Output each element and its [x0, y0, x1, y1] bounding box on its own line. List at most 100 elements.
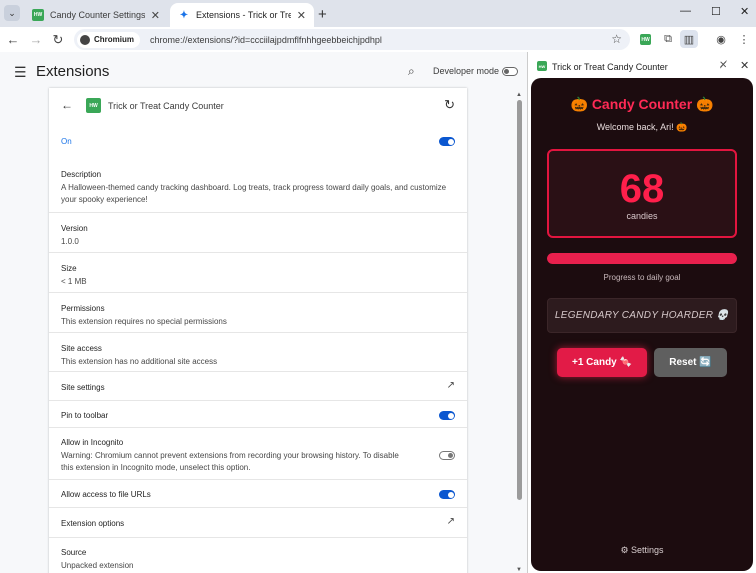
- reload-extension-icon[interactable]: ↻: [444, 97, 455, 113]
- settings-link[interactable]: ⚙ Settings: [531, 545, 753, 556]
- extension-name: Trick or Treat Candy Counter: [108, 101, 224, 111]
- search-icon[interactable]: ⌕: [408, 64, 415, 79]
- add-candy-button[interactable]: +1 Candy 🍬: [557, 348, 647, 377]
- extension-logo: HW: [86, 98, 101, 113]
- tab-strip: ⌄ HW Candy Counter Settings ✕ ✦ Extensio…: [0, 0, 756, 27]
- puzzle-icon: ✦: [178, 9, 190, 21]
- permissions-row: Permissions This extension requires no s…: [49, 292, 467, 332]
- more-menu-icon[interactable]: ⋮: [737, 32, 751, 46]
- reload-icon[interactable]: ↻: [50, 32, 66, 48]
- size-value: < 1 MB: [61, 277, 87, 286]
- chromium-icon: [80, 34, 90, 45]
- extensions-header: ☰ Extensions ⌕ Developer mode: [0, 52, 527, 90]
- window-close-icon[interactable]: ✕: [740, 5, 749, 18]
- permissions-value: This extension requires no special permi…: [61, 317, 227, 326]
- tab-search-icon[interactable]: ⌄: [4, 5, 20, 21]
- version-label: Version: [61, 224, 88, 233]
- close-icon[interactable]: ✕: [151, 9, 160, 22]
- welcome-text: Welcome back, Ari! 🎃: [596, 122, 688, 132]
- progress-label: Progress to daily goal: [603, 273, 681, 282]
- incognito-label: Allow in Incognito: [61, 438, 124, 447]
- tab-candy-settings[interactable]: HW Candy Counter Settings ✕: [24, 3, 168, 27]
- minimize-icon[interactable]: —: [680, 5, 691, 17]
- file-urls-row: Allow access to file URLs: [49, 479, 467, 507]
- side-panel-header: HW Trick or Treat Candy Counter ✕̸ ✕: [528, 52, 756, 78]
- file-urls-toggle[interactable]: [439, 490, 455, 499]
- new-tab-button[interactable]: +: [318, 6, 327, 23]
- developer-mode-label: Developer mode: [433, 66, 500, 76]
- unpin-icon[interactable]: ✕̸: [719, 60, 727, 71]
- extension-details-card: ← HW Trick or Treat Candy Counter ↻ On D…: [49, 88, 467, 573]
- open-external-icon[interactable]: ↗: [447, 380, 455, 391]
- scroll-thumb[interactable]: [517, 100, 522, 500]
- rank-title: LEGENDARY CANDY HOARDER 💀: [547, 298, 737, 333]
- site-chip[interactable]: Chromium: [77, 31, 140, 48]
- description-row: Description A Halloween-themed candy tra…: [49, 160, 467, 212]
- side-panel-title: Trick or Treat Candy Counter: [552, 62, 668, 72]
- url-text: chrome://extensions/?id=ccciilajpdmflfnh…: [150, 34, 382, 45]
- candy-count-box: 68 candies: [547, 149, 737, 238]
- details-header: ← HW Trick or Treat Candy Counter ↻: [49, 88, 467, 124]
- address-bar[interactable]: Chromium chrome://extensions/?id=ccciila…: [74, 29, 630, 50]
- permissions-label: Permissions: [61, 304, 105, 313]
- site-access-label: Site access: [61, 344, 102, 353]
- on-label: On: [61, 137, 72, 146]
- tab-title: Candy Counter Settings: [50, 10, 145, 20]
- site-access-value: This extension has no additional site ac…: [61, 357, 218, 366]
- tab-title: Extensions - Trick or Treat Candy Counte…: [196, 10, 291, 20]
- back-arrow-icon[interactable]: ←: [61, 98, 73, 112]
- tab-extensions[interactable]: ✦ Extensions - Trick or Treat Candy Coun…: [170, 3, 314, 27]
- page-title: Extensions: [36, 63, 110, 80]
- enabled-row: On: [49, 124, 467, 160]
- scroll-down-icon[interactable]: ▼: [516, 567, 522, 573]
- bookmark-star-icon[interactable]: ☆: [611, 32, 622, 46]
- site-settings-row[interactable]: Site settings ↗: [49, 371, 467, 400]
- description-label: Description: [61, 170, 102, 179]
- back-icon[interactable]: ←: [5, 32, 21, 47]
- developer-mode-toggle[interactable]: [502, 67, 518, 76]
- site-access-row: Site access This extension has no additi…: [49, 332, 467, 371]
- pin-toolbar-label: Pin to toolbar: [61, 411, 109, 420]
- candy-extension-icon[interactable]: HW: [640, 34, 651, 45]
- side-panel-logo: HW: [537, 61, 547, 71]
- source-value: Unpacked extension: [61, 561, 134, 570]
- daily-goal-progress-bar: [547, 253, 737, 264]
- extension-options-label: Extension options: [61, 519, 125, 528]
- app-title: 🎃 Candy Counter 🎃: [570, 96, 714, 112]
- file-urls-label: Allow access to file URLs: [61, 490, 151, 499]
- source-label: Source: [61, 548, 87, 557]
- tab-favicon: HW: [32, 9, 44, 21]
- incognito-row: Allow in Incognito Warning: Chromium can…: [49, 427, 467, 479]
- size-row: Size < 1 MB: [49, 252, 467, 292]
- reset-button[interactable]: Reset 🔄: [654, 348, 727, 377]
- profile-icon[interactable]: ◉: [714, 32, 728, 46]
- incognito-toggle[interactable]: [439, 451, 455, 460]
- description-value: A Halloween-themed candy tracking dashbo…: [61, 183, 447, 204]
- incognito-warning: Warning: Chromium cannot prevent extensi…: [61, 451, 399, 472]
- side-panel-icon[interactable]: ▥: [680, 30, 698, 48]
- site-settings-label: Site settings: [61, 383, 105, 392]
- source-row: Source Unpacked extension: [49, 537, 467, 573]
- version-row: Version 1.0.0: [49, 212, 467, 252]
- browser-toolbar: ← → ↻ Chromium chrome://extensions/?id=c…: [0, 27, 756, 52]
- close-icon[interactable]: ✕: [297, 9, 306, 22]
- candy-counter-app: 🎃 Candy Counter 🎃 Welcome back, Ari! 🎃 6…: [531, 78, 753, 571]
- candy-unit: candies: [626, 211, 658, 221]
- open-external-icon[interactable]: ↗: [447, 516, 455, 527]
- menu-icon[interactable]: ☰: [14, 64, 27, 81]
- forward-icon[interactable]: →: [28, 32, 44, 47]
- scroll-up-icon[interactable]: ▲: [516, 92, 522, 98]
- size-label: Size: [61, 264, 77, 273]
- enable-toggle[interactable]: [439, 137, 455, 146]
- page-scrollbar[interactable]: ▲ ▼: [516, 92, 523, 573]
- extension-options-row[interactable]: Extension options ↗: [49, 507, 467, 537]
- maximize-icon[interactable]: ☐: [711, 5, 721, 18]
- chip-label: Chromium: [94, 35, 134, 44]
- side-panel-close-icon[interactable]: ✕: [740, 59, 749, 72]
- version-value: 1.0.0: [61, 237, 79, 246]
- side-panel: HW Trick or Treat Candy Counter ✕̸ ✕ 🎃 C…: [527, 52, 756, 573]
- pin-toolbar-toggle[interactable]: [439, 411, 455, 420]
- extensions-puzzle-icon[interactable]: ⧉: [661, 32, 675, 46]
- pin-toolbar-row: Pin to toolbar: [49, 400, 467, 427]
- progress-fill: [547, 253, 737, 264]
